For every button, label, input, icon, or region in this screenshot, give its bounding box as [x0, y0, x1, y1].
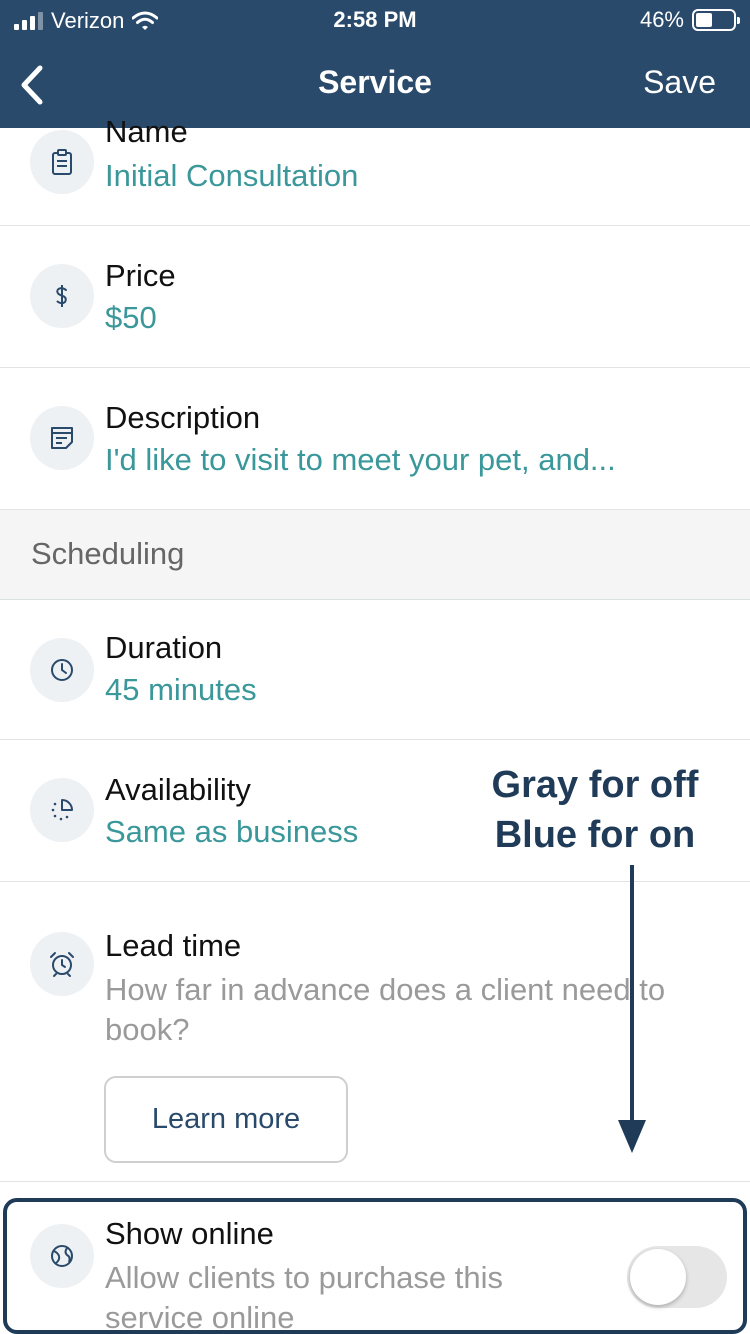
battery-icon — [692, 9, 740, 31]
annotation-line-1: Gray for off — [491, 764, 699, 806]
name-label: Name — [105, 114, 188, 149]
annotation-arrow-icon — [618, 865, 646, 1153]
scheduling-section-header: Scheduling — [0, 510, 750, 600]
duration-label: Duration — [105, 630, 223, 665]
name-value: Initial Consultation — [105, 158, 359, 193]
lead-time-label: Lead time — [105, 928, 242, 963]
learn-more-button[interactable]: Learn more — [104, 1076, 348, 1163]
availability-icon-circle — [30, 778, 94, 842]
save-button[interactable]: Save — [643, 64, 716, 101]
description-icon-circle — [30, 406, 94, 470]
section-title: Scheduling — [31, 536, 185, 571]
show-online-toggle[interactable] — [627, 1246, 727, 1308]
price-value: $50 — [105, 300, 157, 335]
description-row[interactable]: Description I'd like to visit to meet yo… — [0, 368, 750, 510]
show-online-description: Allow clients to purchase this service o… — [105, 1260, 504, 1334]
lead-time-icon-circle — [30, 932, 94, 996]
price-icon-circle — [30, 264, 94, 328]
page-title: Service — [318, 64, 432, 100]
price-label: Price — [105, 258, 176, 293]
navigation-bar: Verizon 2:58 PM 46% Service Save — [0, 0, 750, 128]
clipboard-icon — [52, 149, 72, 175]
name-icon-circle — [30, 130, 94, 194]
show-online-icon-circle — [30, 1224, 94, 1288]
description-value: I'd like to visit to meet your pet, and.… — [105, 442, 616, 477]
battery-info: 46% — [639, 7, 740, 33]
notes-icon — [51, 427, 73, 449]
duration-row[interactable]: Duration 45 minutes — [0, 600, 750, 740]
duration-icon-circle — [30, 638, 94, 702]
globe-icon — [51, 1245, 73, 1267]
status-bar: Verizon 2:58 PM 46% — [0, 0, 750, 40]
toggle-knob — [630, 1249, 686, 1305]
annotation-line-2: Blue for on — [494, 814, 696, 856]
price-row[interactable]: Price $50 — [0, 226, 750, 368]
clock-icon — [51, 659, 73, 681]
status-time: 2:58 PM — [333, 7, 417, 32]
alarm-icon — [50, 952, 74, 977]
availability-label: Availability — [105, 772, 251, 807]
name-row[interactable]: Name Initial Consultation — [0, 114, 750, 226]
annotation-note: Gray for off Blue for on — [470, 760, 720, 860]
description-label: Description — [105, 400, 261, 435]
availability-value: Same as business — [105, 814, 359, 849]
duration-value: 45 minutes — [105, 672, 257, 707]
battery-percent: 46% — [639, 7, 684, 32]
show-online-label: Show online — [105, 1216, 274, 1251]
availability-icon — [51, 799, 73, 821]
dollar-icon — [56, 285, 67, 307]
